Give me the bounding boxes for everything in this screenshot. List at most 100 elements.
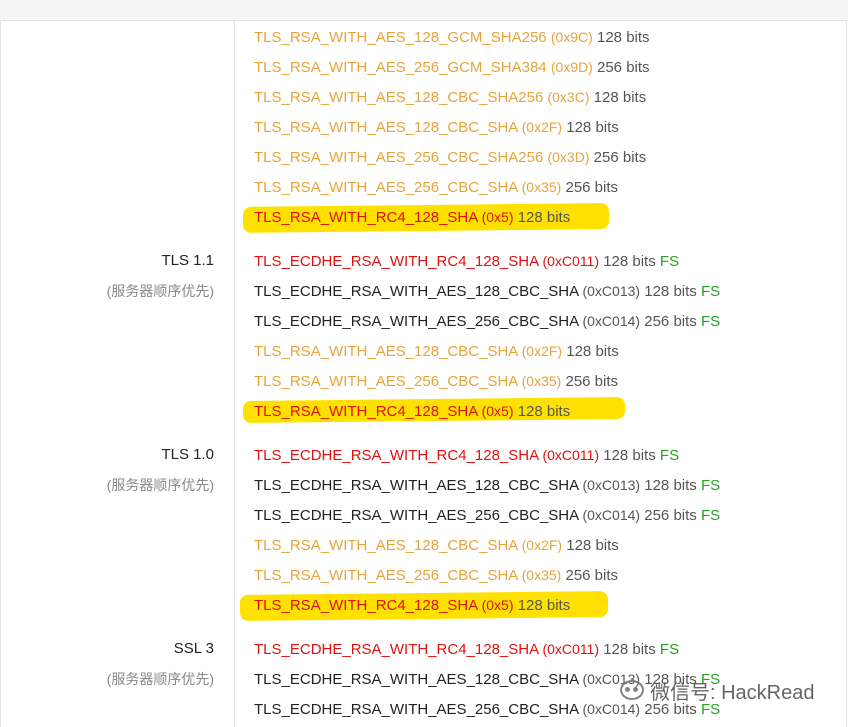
key-bits: 256 bits: [597, 59, 650, 76]
key-bits: 128 bits: [566, 119, 619, 136]
key-bits: 128 bits: [644, 477, 697, 494]
cipher-suite-row: TLS_RSA_WITH_AES_128_CBC_SHA (0x2F) 128 …: [254, 534, 619, 556]
protocol-label-group: SSL 3 (服务器顺序优先): [107, 639, 214, 689]
key-bits: 256 bits: [565, 179, 619, 196]
key-bits: 256 bits: [644, 313, 697, 330]
cipher-suite-row: TLS_ECDHE_RSA_WITH_AES_128_CBC_SHA (0xC0…: [254, 280, 720, 302]
cipher-name: TLS_ECDHE_RSA_WITH_AES_256_CBC_SHA: [254, 313, 579, 330]
cipher-suite-row: TLS_RSA_WITH_AES_256_CBC_SHA (0x35) 256 …: [254, 176, 618, 198]
cipher-name: TLS_ECDHE_RSA_WITH_RC4_128_SHA: [254, 641, 539, 658]
cipher-code: (0x35): [521, 567, 562, 583]
top-bar: [0, 0, 848, 21]
key-bits: 128 bits: [597, 29, 650, 46]
cipher-code: (0x2F): [521, 343, 563, 359]
key-bits: 128 bits: [593, 89, 647, 106]
cipher-code: (0x9D): [550, 59, 593, 75]
forward-secrecy-flag: FS: [659, 641, 680, 658]
cipher-suite-row: TLS_ECDHE_RSA_WITH_RC4_128_SHA (0xC011) …: [254, 444, 679, 466]
cipher-suite-row: TLS_ECDHE_RSA_WITH_RC4_128_SHA (0xC011) …: [254, 250, 679, 272]
cipher-code: (0xC013): [582, 477, 641, 493]
cipher-suite-row: TLS_ECDHE_RSA_WITH_AES_128_CBC_SHA (0xC0…: [254, 474, 720, 496]
cipher-name: TLS_ECDHE_RSA_WITH_AES_256_CBC_SHA: [254, 507, 579, 524]
key-bits: 128 bits: [517, 403, 571, 420]
key-bits: 128 bits: [517, 597, 571, 614]
cipher-name: TLS_RSA_WITH_AES_128_CBC_SHA256: [254, 89, 544, 106]
cipher-suite-row: TLS_RSA_WITH_AES_256_CBC_SHA (0x35) 256 …: [254, 564, 618, 586]
wechat-icon: [620, 680, 644, 700]
cipher-code: (0xC013): [582, 283, 641, 299]
server-preference-note: (服务器顺序优先): [106, 671, 214, 687]
key-bits: 128 bits: [517, 209, 571, 226]
cipher-name: TLS_ECDHE_RSA_WITH_AES_128_CBC_SHA: [254, 671, 579, 688]
cipher-code: (0x35): [521, 373, 562, 389]
key-bits: 128 bits: [603, 253, 656, 270]
cipher-suite-row: TLS_RSA_WITH_AES_256_CBC_SHA (0x35) 256 …: [254, 370, 618, 392]
protocol-version: SSL 3: [173, 640, 214, 657]
cipher-suite-row: TLS_RSA_WITH_AES_128_CBC_SHA (0x2F) 128 …: [254, 340, 619, 362]
key-bits: 128 bits: [603, 641, 656, 658]
cipher-suite-row: TLS_ECDHE_RSA_WITH_AES_256_CBC_SHA (0xC0…: [254, 310, 720, 332]
column-divider: [234, 20, 235, 727]
cipher-suite-row: TLS_RSA_WITH_AES_128_GCM_SHA256 (0x9C) 1…: [254, 26, 650, 48]
protocol-version: TLS 1.1: [161, 252, 214, 269]
key-bits: 256 bits: [565, 567, 619, 584]
cipher-name: TLS_ECDHE_RSA_WITH_AES_128_CBC_SHA: [254, 477, 579, 494]
forward-secrecy-flag: FS: [700, 313, 721, 330]
cipher-suite-row: TLS_RSA_WITH_AES_128_CBC_SHA (0x2F) 128 …: [254, 116, 619, 138]
cipher-code: (0x3D): [547, 149, 590, 165]
cipher-name: TLS_RSA_WITH_AES_256_CBC_SHA256: [254, 149, 544, 166]
forward-secrecy-flag: FS: [700, 477, 721, 494]
cipher-name: TLS_RSA_WITH_AES_256_CBC_SHA: [254, 179, 518, 196]
cipher-name: TLS_ECDHE_RSA_WITH_RC4_128_SHA: [254, 253, 539, 270]
cipher-code: (0x2F): [521, 119, 563, 135]
cipher-code: (0xC011): [542, 253, 600, 269]
watermark-text: 微信号: HackRead: [650, 681, 815, 704]
server-preference-note: (服务器顺序优先): [106, 477, 214, 493]
key-bits: 128 bits: [566, 343, 619, 360]
cipher-code: (0x5): [481, 209, 514, 225]
cipher-name: TLS_RSA_WITH_AES_256_CBC_SHA: [254, 373, 518, 390]
cipher-suite-row: TLS_ECDHE_RSA_WITH_AES_256_CBC_SHA (0xC0…: [254, 504, 720, 526]
cipher-code: (0xC011): [542, 447, 600, 463]
cipher-code: (0xC014): [582, 507, 641, 523]
key-bits: 256 bits: [644, 507, 697, 524]
cipher-name: TLS_RSA_WITH_AES_256_GCM_SHA384: [254, 59, 547, 76]
key-bits: 256 bits: [593, 149, 647, 166]
cipher-code: (0x5): [481, 597, 514, 613]
key-bits: 128 bits: [566, 537, 619, 554]
cipher-suite-row: TLS_ECDHE_RSA_WITH_RC4_128_SHA (0xC011) …: [254, 638, 679, 660]
key-bits: 128 bits: [644, 283, 697, 300]
cipher-name: TLS_ECDHE_RSA_WITH_AES_256_CBC_SHA: [254, 701, 579, 718]
cipher-code: (0x3C): [547, 89, 590, 105]
server-preference-note: (服务器顺序优先): [106, 283, 214, 299]
cipher-suite-row: TLS_RSA_WITH_AES_256_GCM_SHA384 (0x9D) 2…: [254, 56, 650, 78]
key-bits: 128 bits: [603, 447, 656, 464]
panel-left-border: [0, 20, 1, 727]
key-bits: 256 bits: [565, 373, 619, 390]
cipher-code: (0x5): [481, 403, 514, 419]
cipher-code: (0xC014): [582, 313, 641, 329]
cipher-code: (0x9C): [550, 29, 593, 45]
cipher-name: TLS_RSA_WITH_RC4_128_SHA: [254, 597, 478, 614]
forward-secrecy-flag: FS: [659, 447, 680, 464]
cipher-suite-row: TLS_RSA_WITH_AES_128_CBC_SHA256 (0x3C) 1…: [254, 86, 646, 108]
cipher-code: (0xC014): [582, 701, 641, 717]
protocol-label-group: TLS 1.1 (服务器顺序优先): [107, 251, 214, 301]
cipher-name: TLS_RSA_WITH_RC4_128_SHA: [254, 209, 478, 226]
protocol-label-group: TLS 1.0 (服务器顺序优先): [107, 445, 214, 495]
cipher-name: TLS_RSA_WITH_AES_256_CBC_SHA: [254, 567, 518, 584]
cipher-name: TLS_RSA_WITH_AES_128_CBC_SHA: [254, 343, 518, 360]
cipher-suite-row: TLS_RSA_WITH_RC4_128_SHA (0x5) 128 bits: [254, 400, 570, 422]
cipher-code: (0xC011): [542, 641, 600, 657]
cipher-name: TLS_RSA_WITH_AES_128_GCM_SHA256: [254, 29, 547, 46]
panel-right-border: [846, 20, 847, 727]
cipher-name: TLS_RSA_WITH_AES_128_CBC_SHA: [254, 537, 518, 554]
forward-secrecy-flag: FS: [659, 253, 680, 270]
forward-secrecy-flag: FS: [700, 283, 721, 300]
cipher-suite-row: TLS_RSA_WITH_RC4_128_SHA (0x5) 128 bits: [254, 206, 570, 228]
cipher-code: (0x35): [521, 179, 562, 195]
cipher-code: (0x2F): [521, 537, 563, 553]
cipher-suite-row: TLS_RSA_WITH_RC4_128_SHA (0x5) 128 bits: [254, 594, 570, 616]
forward-secrecy-flag: FS: [700, 507, 721, 524]
protocol-version: TLS 1.0: [161, 446, 214, 463]
